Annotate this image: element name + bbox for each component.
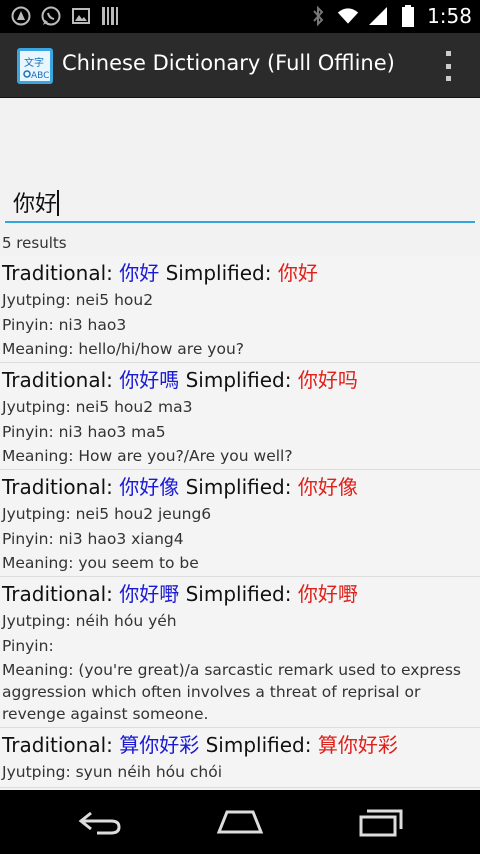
pinyin-line: Pinyin: ni3 hao3 xiang4	[2, 527, 480, 552]
pinyin-line: Pinyin: ni3 hao3	[2, 313, 480, 338]
recents-icon[interactable]	[350, 804, 410, 840]
result-headline: Traditional: 你好 Simplified: 你好	[2, 258, 480, 288]
result-item[interactable]: Traditional: 你好 Simplified: 你好 Jyutping: …	[0, 256, 480, 363]
navigation-bar	[0, 790, 480, 854]
simplified-label: Simplified:	[199, 733, 318, 757]
traditional-text: 你好嘢	[119, 582, 180, 606]
simplified-label: Simplified:	[159, 261, 278, 285]
pinyin-label: Pinyin:	[2, 423, 59, 441]
svg-text:文字: 文字	[24, 56, 44, 69]
result-headline: Traditional: 你好嗎 Simplified: 你好吗	[2, 365, 480, 395]
jyutping-label: Jyutping:	[2, 505, 76, 523]
meaning-value: How are you?/Are you well?	[78, 447, 293, 465]
meaning-line: Meaning: you seem to be	[2, 552, 480, 574]
meaning-line: Meaning: (you're great)/a sarcastic rema…	[2, 659, 480, 725]
battery-icon	[397, 5, 419, 27]
search-area	[0, 98, 480, 226]
jyutping-line: Jyutping: nei5 hou2 jeung6	[2, 502, 480, 527]
meaning-label: Meaning:	[2, 554, 79, 572]
action-bar: 文字 ABC Chinese Dictionary (Full Offline)	[0, 33, 480, 98]
back-icon[interactable]	[70, 804, 130, 840]
jyutping-value: nei5 hou2 ma3	[75, 398, 193, 416]
meaning-line: Meaning: hello/hi/how are you?	[2, 338, 480, 360]
jyutping-label: Jyutping:	[2, 763, 76, 781]
result-item[interactable]: Traditional: 算你好彩 Simplified: 算你好彩 Jyutpi…	[0, 728, 480, 788]
pinyin-label: Pinyin:	[2, 530, 59, 548]
image-icon	[70, 5, 92, 27]
traditional-text: 你好	[119, 261, 160, 285]
status-bar: 1:58	[0, 0, 480, 33]
result-headline: Traditional: 算你好彩 Simplified: 算你好彩	[2, 730, 480, 760]
simplified-text: 算你好彩	[317, 733, 398, 757]
simplified-text: 你好吗	[297, 368, 358, 392]
clock: 1:58	[427, 4, 472, 28]
pinyin-line: Pinyin:	[2, 634, 480, 659]
pinyin-label: Pinyin:	[2, 316, 59, 334]
jyutping-value: syun néih hóu chói	[75, 763, 223, 781]
overflow-menu-icon[interactable]	[442, 51, 454, 81]
jyutping-value: nei5 hou2 jeung6	[75, 505, 212, 523]
meaning-line: Meaning: How are you?/Are you well?	[2, 445, 480, 467]
traditional-text: 算你好彩	[119, 733, 200, 757]
traditional-text: 你好像	[119, 475, 180, 499]
jyutping-value: néih hóu yéh	[75, 612, 177, 630]
jyutping-line: Jyutping: nei5 hou2	[2, 288, 480, 313]
android-icon	[10, 5, 32, 27]
wifi-icon	[337, 5, 359, 27]
simplified-text: 你好嘢	[297, 582, 358, 606]
simplified-text: 你好像	[297, 475, 358, 499]
bluetooth-icon	[307, 5, 329, 27]
result-headline: Traditional: 你好像 Simplified: 你好像	[2, 472, 480, 502]
text-caret	[57, 190, 59, 216]
traditional-label: Traditional:	[2, 733, 120, 757]
svg-text:ABC: ABC	[31, 71, 49, 81]
simplified-label: Simplified:	[179, 582, 298, 606]
traditional-label: Traditional:	[2, 475, 120, 499]
jyutping-label: Jyutping:	[2, 398, 76, 416]
results-count: 5 results	[2, 234, 67, 252]
traditional-label: Traditional:	[2, 368, 120, 392]
pinyin-value: ni3 hao3 ma5	[58, 423, 166, 441]
result-item[interactable]: Traditional: 你好嗎 Simplified: 你好吗 Jyutping…	[0, 363, 480, 470]
result-item[interactable]: Traditional: 你好像 Simplified: 你好像 Jyutping…	[0, 470, 480, 577]
result-headline: Traditional: 你好嘢 Simplified: 你好嘢	[2, 579, 480, 609]
signal-icon	[367, 5, 389, 27]
traditional-text: 你好嗎	[119, 368, 180, 392]
pinyin-line: Pinyin: ni3 hao3 ma5	[2, 420, 480, 445]
meaning-label: Meaning:	[2, 661, 79, 679]
barcode-icon	[100, 5, 122, 27]
meaning-label: Meaning:	[2, 447, 79, 465]
search-input[interactable]	[5, 183, 475, 223]
jyutping-line: Jyutping: syun néih hóu chói	[2, 760, 480, 785]
simplified-text: 你好	[277, 261, 318, 285]
whatsapp-icon	[40, 5, 62, 27]
app-icon[interactable]: 文字 ABC	[17, 48, 53, 84]
pinyin-value: ni3 hao3	[58, 316, 127, 334]
result-item[interactable]: Traditional: 你好嘢 Simplified: 你好嘢 Jyutping…	[0, 577, 480, 728]
simplified-label: Simplified:	[179, 475, 298, 499]
traditional-label: Traditional:	[2, 261, 120, 285]
jyutping-line: Jyutping: néih hóu yéh	[2, 609, 480, 634]
simplified-label: Simplified:	[179, 368, 298, 392]
meaning-label: Meaning:	[2, 340, 79, 358]
app-title: Chinese Dictionary (Full Offline)	[62, 51, 395, 75]
meaning-value: you seem to be	[78, 554, 199, 572]
results-list: Traditional: 你好 Simplified: 你好 Jyutping: …	[0, 256, 480, 788]
jyutping-value: nei5 hou2	[75, 291, 154, 309]
home-icon[interactable]	[210, 804, 270, 840]
jyutping-label: Jyutping:	[2, 291, 76, 309]
traditional-label: Traditional:	[2, 582, 120, 606]
pinyin-label: Pinyin:	[2, 637, 54, 655]
meaning-value: hello/hi/how are you?	[78, 340, 245, 358]
jyutping-line: Jyutping: nei5 hou2 ma3	[2, 395, 480, 420]
pinyin-value: ni3 hao3 xiang4	[58, 530, 184, 548]
jyutping-label: Jyutping:	[2, 612, 76, 630]
